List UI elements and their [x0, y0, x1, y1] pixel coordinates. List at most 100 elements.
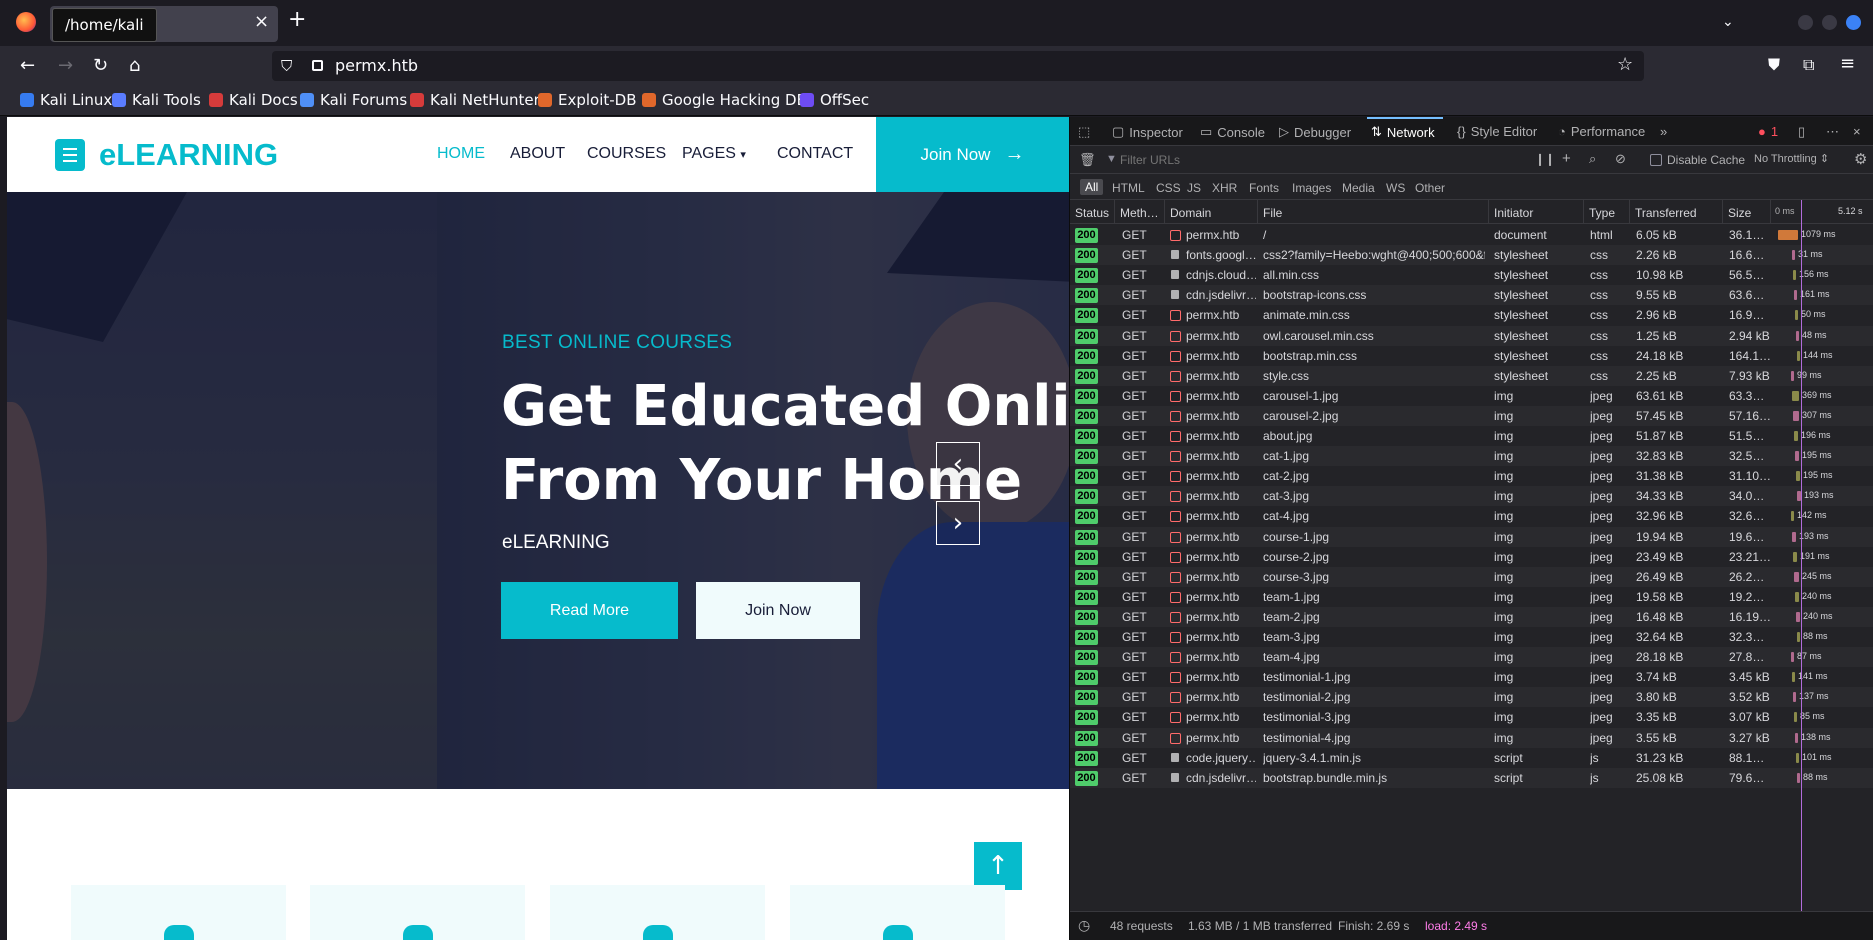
dock-icon[interactable]: ▯ — [1798, 124, 1805, 140]
bookmark-kali-tools[interactable]: Kali Tools — [112, 91, 201, 109]
request-row[interactable]: 200 GET permx.htb bootstrap.min.css styleshe… — [1070, 346, 1873, 366]
bookmark-star-icon[interactable]: ☆ — [1617, 55, 1633, 75]
pause-icon[interactable]: ❙❙ — [1535, 152, 1555, 166]
request-row[interactable]: 200 GET permx.htb team-2.jpg img jpeg 16.48 kB… — [1070, 606, 1873, 627]
request-row[interactable]: 200 GET permx.htb cat-4.jpg img jpeg 32.96 kB 3… — [1070, 506, 1873, 526]
request-row[interactable]: 200 GET permx.htb cat-3.jpg img jpeg 34.33 kB 3… — [1070, 486, 1873, 507]
pocket-icon[interactable]: ⛊ — [1768, 55, 1780, 75]
request-row[interactable]: 200 GET cdn.jsdelivr… bootstrap.bundle.min.… — [1070, 767, 1873, 788]
lock-icon[interactable] — [312, 60, 323, 71]
window-maximize-button[interactable] — [1822, 15, 1837, 30]
request-row[interactable]: 200 GET permx.htb animate.min.css stylesheet… — [1070, 305, 1873, 325]
book-icon[interactable] — [55, 139, 85, 171]
close-tab-icon[interactable]: × — [254, 12, 269, 32]
nav-about[interactable]: ABOUT — [510, 145, 565, 163]
col-file[interactable]: File — [1263, 206, 1282, 220]
request-row[interactable]: 200 GET permx.htb testimonial-1.jpg img jpeg 3… — [1070, 667, 1873, 687]
add-icon[interactable]: + — [1562, 150, 1571, 167]
carousel-prev-button[interactable]: ‹ — [936, 442, 980, 486]
back-to-top-button[interactable]: ↑ — [974, 842, 1022, 890]
nav-courses[interactable]: COURSES — [587, 145, 666, 163]
window-minimize-button[interactable] — [1798, 15, 1813, 30]
bookmark-google-hacking-db[interactable]: Google Hacking DB — [642, 91, 807, 109]
carousel-next-button[interactable]: › — [936, 501, 980, 545]
shield-icon[interactable]: ⛉ — [281, 56, 292, 76]
type-other[interactable]: Other — [1415, 181, 1445, 195]
type-js[interactable]: JS — [1187, 181, 1201, 195]
type-media[interactable]: Media — [1342, 181, 1375, 195]
nav-home[interactable]: HOME — [437, 145, 485, 163]
request-row[interactable]: 200 GET permx.htb testimonial-3.jpg img jpeg 3… — [1070, 707, 1873, 727]
nav-contact[interactable]: CONTACT — [777, 145, 853, 163]
col-initiator[interactable]: Initiator — [1494, 206, 1533, 220]
request-row[interactable]: 200 GET permx.htb carousel-2.jpg img jpeg 57.4… — [1070, 405, 1873, 426]
hero-join-now-button[interactable]: Join Now — [696, 582, 860, 639]
type-css[interactable]: CSS — [1156, 181, 1181, 195]
home-icon[interactable]: ⌂ — [129, 56, 140, 76]
disable-cache-checkbox[interactable] — [1650, 154, 1662, 166]
new-tab-icon[interactable]: + — [288, 9, 306, 31]
close-devtools-icon[interactable]: × — [1853, 124, 1861, 139]
url-text[interactable]: permx.htb — [335, 56, 418, 75]
request-row[interactable]: 200 GET permx.htb cat-2.jpg img jpeg 31.38 kB 3… — [1070, 466, 1873, 486]
throttling-select[interactable]: No Throttling ⇕ — [1754, 152, 1829, 165]
request-row[interactable]: 200 GET permx.htb course-1.jpg img jpeg 19.94 … — [1070, 526, 1873, 547]
col-domain[interactable]: Domain — [1170, 206, 1211, 220]
type-xhr[interactable]: XHR — [1212, 181, 1237, 195]
request-row[interactable]: 200 GET permx.htb testimonial-2.jpg img jpeg 3… — [1070, 687, 1873, 708]
request-row[interactable]: 200 GET permx.htb course-2.jpg img jpeg 23.49 … — [1070, 547, 1873, 567]
type-ws[interactable]: WS — [1386, 181, 1405, 195]
reload-icon[interactable]: ↻ — [93, 56, 108, 76]
request-row[interactable]: 200 GET permx.htb team-3.jpg img jpeg 32.64 kB… — [1070, 627, 1873, 647]
tab-console[interactable]: ▭ Console — [1200, 124, 1265, 140]
request-row[interactable]: 200 GET cdnjs.cloud… all.min.css stylesheet c… — [1070, 265, 1873, 285]
devtools-menu-icon[interactable]: ⋯ — [1826, 124, 1839, 140]
request-row[interactable]: 200 GET code.jquery… jquery-3.4.1.min.js scr… — [1070, 748, 1873, 768]
request-row[interactable]: 200 GET permx.htb team-4.jpg img jpeg 28.18 kB… — [1070, 647, 1873, 668]
tab-style-editor[interactable]: {} Style Editor — [1457, 124, 1537, 139]
element-picker-icon[interactable]: ⬚ — [1078, 124, 1090, 140]
bookmark-offsec[interactable]: OffSec — [800, 91, 869, 109]
request-row[interactable]: 200 GET permx.htb team-1.jpg img jpeg 19.58 kB… — [1070, 587, 1873, 607]
request-row[interactable]: 200 GET permx.htb owl.carousel.min.css style… — [1070, 325, 1873, 346]
col-size[interactable]: Size — [1728, 206, 1751, 220]
search-icon[interactable]: ⌕ — [1589, 151, 1596, 167]
bookmark-kali-forums[interactable]: Kali Forums — [300, 91, 407, 109]
join-now-button[interactable]: Join Now → — [876, 117, 1069, 192]
back-icon[interactable]: ← — [20, 56, 35, 76]
request-row[interactable]: 200 GET permx.htb style.css stylesheet css 2.2… — [1070, 365, 1873, 386]
forward-icon[interactable]: → — [58, 56, 73, 76]
nav-pages[interactable]: PAGES ▾ — [682, 145, 746, 163]
request-row[interactable]: 200 GET fonts.googl… css2?family=Heebo:wght… — [1070, 245, 1873, 266]
col-type[interactable]: Type — [1589, 206, 1615, 220]
chevron-down-icon[interactable]: ⌄ — [1722, 12, 1734, 32]
url-bar[interactable] — [272, 51, 1644, 81]
trash-icon[interactable]: 🗑 — [1079, 152, 1096, 168]
read-more-button[interactable]: Read More — [501, 582, 678, 639]
type-images[interactable]: Images — [1292, 181, 1331, 195]
col-transferred[interactable]: Transferred — [1635, 206, 1697, 220]
type-html[interactable]: HTML — [1112, 181, 1145, 195]
extensions-icon[interactable]: ⧉ — [1803, 55, 1814, 75]
request-row[interactable]: 200 GET permx.htb testimonial-4.jpg img jpeg 3… — [1070, 727, 1873, 748]
tab-inspector[interactable]: ▢ Inspector — [1112, 124, 1183, 140]
more-tabs-icon[interactable]: » — [1660, 124, 1667, 139]
request-row[interactable]: 200 GET permx.htb about.jpg img jpeg 51.87 kB 5… — [1070, 426, 1873, 446]
col-method[interactable]: Meth… — [1120, 206, 1159, 220]
error-indicator[interactable]: ● 1 — [1758, 124, 1778, 139]
bookmark-kali-linux[interactable]: Kali Linux — [20, 91, 112, 109]
tab-performance[interactable]: ◔ Performance — [1558, 124, 1645, 139]
request-row[interactable]: 200 GET permx.htb carousel-1.jpg img jpeg 63.6… — [1070, 386, 1873, 406]
menu-icon[interactable]: ≡ — [1840, 54, 1855, 74]
filter-urls-input[interactable] — [1120, 151, 1440, 169]
block-icon[interactable]: ⊘ — [1615, 151, 1626, 167]
bookmark-kali-nethunter[interactable]: Kali NetHunter — [410, 91, 540, 109]
site-logo[interactable]: eLEARNING — [99, 137, 278, 173]
request-row[interactable]: 200 GET permx.htb / document html 6.05 kB 36.1…… — [1070, 225, 1873, 245]
request-row[interactable]: 200 GET cdn.jsdelivr… bootstrap-icons.css st… — [1070, 285, 1873, 306]
request-row[interactable]: 200 GET permx.htb course-3.jpg img jpeg 26.49 … — [1070, 566, 1873, 587]
type-all[interactable]: All — [1080, 179, 1104, 195]
col-status[interactable]: Status — [1075, 206, 1109, 220]
stopwatch-icon[interactable]: ◷ — [1078, 917, 1090, 934]
request-row[interactable]: 200 GET permx.htb cat-1.jpg img jpeg 32.83 kB 3… — [1070, 446, 1873, 467]
